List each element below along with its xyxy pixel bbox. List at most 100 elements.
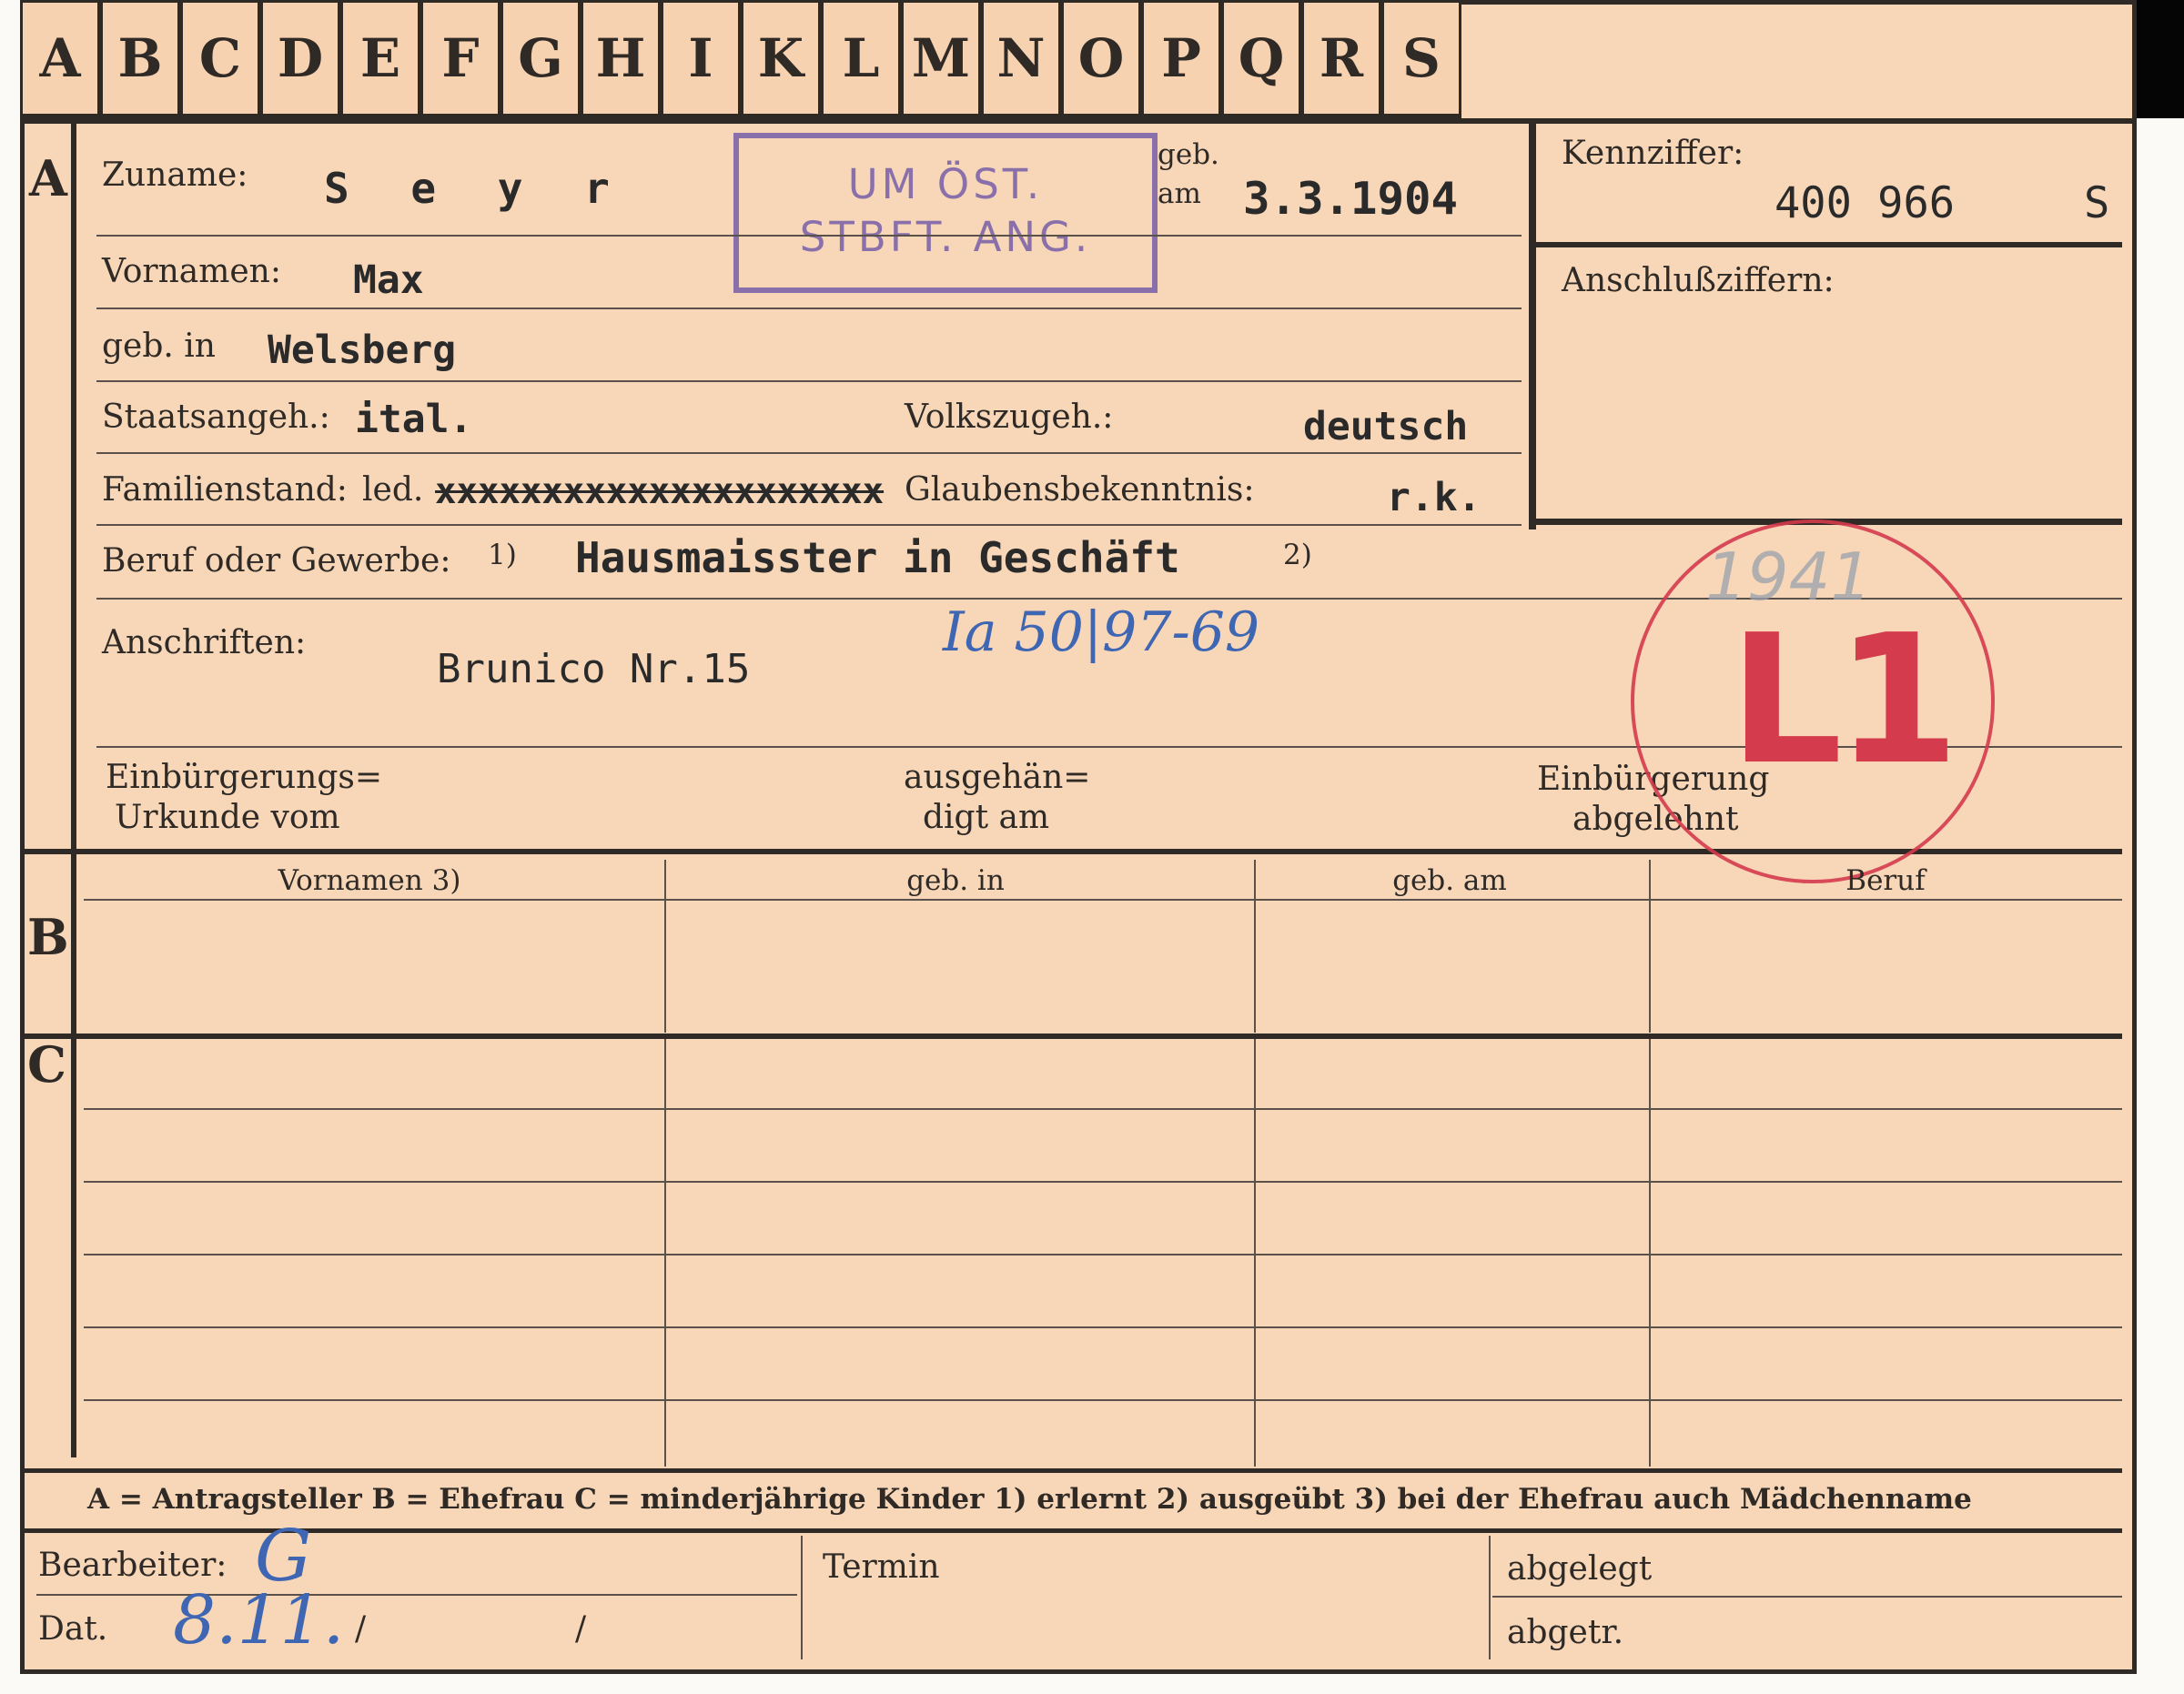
removed-label: abgetr. bbox=[1507, 1614, 1624, 1651]
spouse-birth-date-header: geb. am bbox=[1392, 864, 1507, 897]
alphabet-tab-p: P bbox=[1141, 0, 1221, 118]
alphabet-tab-b: B bbox=[100, 0, 180, 118]
alphabet-tabs: A B C D E F G H I K L M N O P Q R S bbox=[20, 0, 1461, 118]
children-row-rule-4 bbox=[84, 1326, 2122, 1328]
stamp-line-2: STBFT. ANG. bbox=[799, 213, 1092, 261]
date-label: Dat. bbox=[38, 1610, 108, 1648]
handed-out-label-line-2: digt am bbox=[923, 799, 1050, 836]
footer-divider-2 bbox=[1489, 1536, 1491, 1659]
birthplace-label: geb. in bbox=[102, 328, 216, 365]
surname-value: S e y r bbox=[324, 164, 628, 213]
alphabet-tab-g: G bbox=[500, 0, 581, 118]
birthplace-value: Welsberg bbox=[268, 328, 457, 373]
first-names-rule bbox=[96, 308, 1522, 309]
family-status-value: led. bbox=[362, 471, 424, 509]
section-c-letter: C bbox=[27, 1035, 66, 1094]
surname-label: Zuname: bbox=[102, 156, 248, 194]
handwritten-file-reference: Ia 50|97-69 bbox=[943, 600, 1260, 664]
footer-divider-1 bbox=[801, 1536, 803, 1659]
alphabet-tab-k: K bbox=[741, 0, 821, 118]
red-stamp-code: L1 bbox=[1729, 597, 1959, 804]
children-column-divider-2 bbox=[1254, 1039, 1256, 1467]
deadline-label: Termin bbox=[823, 1548, 940, 1586]
occupation-footnote-1: 1) bbox=[488, 539, 517, 571]
religion-value: r.k. bbox=[1387, 475, 1481, 520]
date-slash-2: / bbox=[575, 1610, 587, 1648]
occupation-value: Hausmaisster in Geschäft bbox=[575, 533, 1180, 582]
legend-text: A = Antragsteller B = Ehefrau C = minder… bbox=[87, 1483, 1972, 1516]
occupation-label: Beruf oder Gewerbe: bbox=[102, 542, 451, 580]
column-divider-1 bbox=[664, 860, 666, 1033]
alphabet-tab-h: H bbox=[581, 0, 661, 118]
first-names-label: Vornamen: bbox=[102, 253, 281, 290]
handed-out-label-line-1: ausgehän= bbox=[904, 759, 1091, 796]
religion-label: Glaubensbekenntnis: bbox=[905, 471, 1255, 509]
first-names-value: Max bbox=[353, 257, 424, 303]
key-number-divider bbox=[1529, 242, 2122, 247]
date-slash-1: / bbox=[355, 1610, 367, 1648]
processor-label: Bearbeiter: bbox=[38, 1547, 228, 1584]
key-number-label: Kennziffer: bbox=[1562, 135, 1744, 172]
addresses-label: Anschriften: bbox=[102, 624, 307, 661]
identification-box-left-rule bbox=[1529, 120, 1536, 529]
left-section-rule bbox=[71, 120, 76, 1457]
occupation-footnote-2: 2) bbox=[1283, 539, 1312, 571]
filed-label: abgelegt bbox=[1507, 1550, 1653, 1588]
column-divider-2 bbox=[1254, 860, 1256, 1033]
address-value: Brunico Nr.15 bbox=[437, 646, 751, 692]
stamp-line-1: UM ÖST. bbox=[847, 160, 1044, 208]
alphabet-tab-s: S bbox=[1381, 0, 1461, 118]
key-number-suffix: S bbox=[2084, 178, 2110, 228]
purple-status-stamp: UM ÖST. STBFT. ANG. bbox=[733, 133, 1158, 293]
naturalization-document-label-line-1: Einbürgerungs= bbox=[106, 759, 383, 796]
alphabet-tab-d: D bbox=[260, 0, 340, 118]
legend-top-rule bbox=[20, 1468, 2122, 1473]
connection-numbers-label: Anschlußziffern: bbox=[1562, 262, 1835, 299]
citizenship-value: ital. bbox=[355, 397, 473, 442]
alphabet-tab-e: E bbox=[340, 0, 420, 118]
spouse-birthplace-header: geb. in bbox=[906, 864, 1005, 897]
children-column-divider-3 bbox=[1649, 1039, 1651, 1467]
surname-rule bbox=[96, 235, 1522, 237]
children-column-divider-1 bbox=[664, 1039, 666, 1467]
filed-rule bbox=[1492, 1596, 2122, 1598]
children-row-rule-5 bbox=[84, 1399, 2122, 1401]
birth-on-label: am bbox=[1158, 177, 1201, 210]
alphabet-tab-a: A bbox=[20, 0, 100, 118]
section-b-header-rule bbox=[84, 899, 2122, 901]
nationality-value: deutsch bbox=[1303, 404, 1469, 449]
column-divider-3 bbox=[1649, 860, 1651, 1033]
alphabet-tab-n: N bbox=[981, 0, 1061, 118]
family-status-rule bbox=[96, 524, 1522, 526]
section-b-letter: B bbox=[27, 908, 69, 966]
handwritten-date: 8.11. bbox=[173, 1581, 345, 1659]
birth-label: geb. bbox=[1158, 138, 1219, 171]
alphabet-tab-i: I bbox=[661, 0, 741, 118]
spouse-occupation-header: Beruf bbox=[1845, 864, 1926, 897]
section-a-letter: A bbox=[29, 149, 67, 207]
key-number-value: 400 966 bbox=[1774, 178, 1956, 228]
alphabet-tab-o: O bbox=[1061, 0, 1141, 118]
alphabet-tab-r: R bbox=[1301, 0, 1381, 118]
top-rule bbox=[20, 118, 2137, 124]
spouse-first-names-header: Vornamen 3) bbox=[278, 864, 461, 897]
children-row-rule-1 bbox=[84, 1108, 2122, 1110]
citizenship-label: Staatsangeh.: bbox=[102, 398, 330, 436]
children-row-rule-3 bbox=[84, 1254, 2122, 1255]
alphabet-tab-c: C bbox=[180, 0, 260, 118]
processor-rule bbox=[36, 1594, 797, 1596]
crossed-out-family-status: xxxxxxxxxxxxxxxxxxxxx bbox=[435, 471, 885, 512]
section-b-divider bbox=[20, 1034, 2122, 1039]
birth-date-value: 3.3.1904 bbox=[1243, 173, 1459, 225]
birthplace-rule bbox=[96, 380, 1522, 382]
nationality-label: Volkszugeh.: bbox=[905, 398, 1114, 436]
alphabet-tab-q: Q bbox=[1221, 0, 1301, 118]
citizenship-rule bbox=[96, 452, 1522, 454]
family-status-label: Familienstand: bbox=[102, 471, 348, 509]
alphabet-tab-m: M bbox=[901, 0, 981, 118]
alphabet-tab-f: F bbox=[420, 0, 500, 118]
children-row-rule-2 bbox=[84, 1181, 2122, 1183]
alphabet-tab-l: L bbox=[821, 0, 901, 118]
legend-bottom-rule bbox=[20, 1528, 2122, 1533]
naturalization-document-label-line-2: Urkunde vom bbox=[115, 799, 340, 836]
